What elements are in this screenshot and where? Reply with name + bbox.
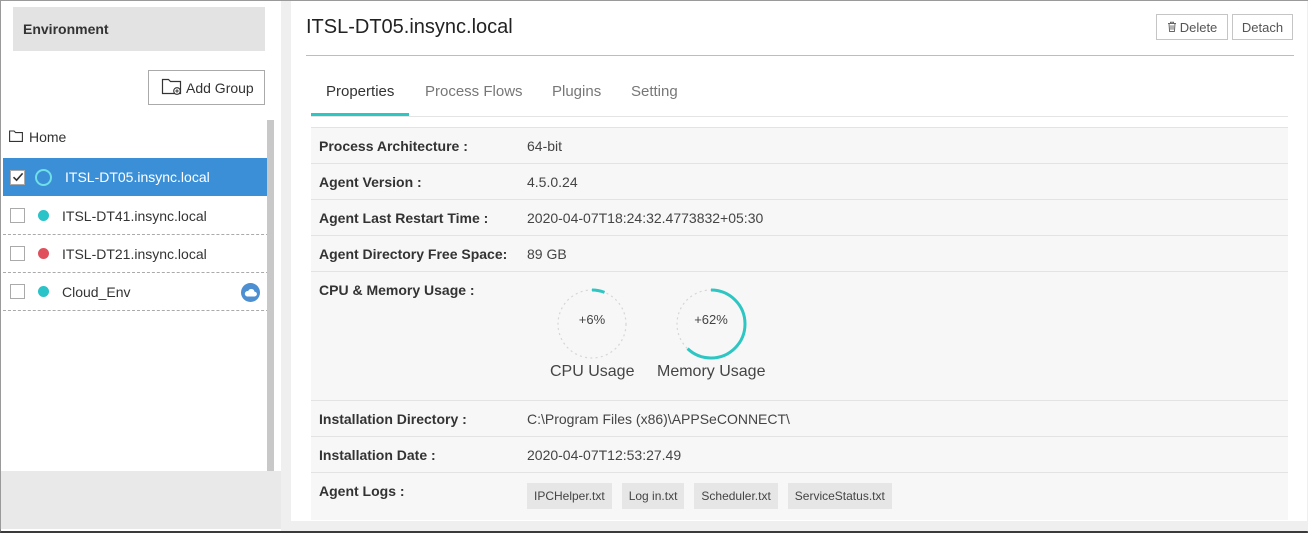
tab-process-flows[interactable]: Process Flows [425, 83, 523, 100]
property-value: 89 GB [527, 245, 567, 262]
property-key: Agent Directory Free Space: [319, 245, 508, 262]
log-file-scheduler[interactable]: Scheduler.txt [694, 483, 778, 509]
property-value: 4.5.0.24 [527, 173, 578, 190]
env-checkbox[interactable] [10, 284, 25, 299]
tab-setting[interactable]: Setting [631, 83, 678, 100]
detach-label: Detach [1241, 19, 1284, 35]
add-group-button[interactable]: Add Group [148, 70, 265, 105]
log-file-ipchelper[interactable]: IPCHelper.txt [527, 483, 612, 509]
delete-button[interactable]: Delete [1156, 14, 1228, 40]
property-value: 2020-04-07T12:53:27.49 [527, 446, 682, 463]
property-key: CPU & Memory Usage : [319, 282, 475, 298]
env-item-cloud-env[interactable]: Cloud_Env [3, 273, 274, 311]
env-item-label: ITSL-DT21.insync.local [62, 245, 207, 262]
environment-panel: Environment Add Group Home ITSL-DT05.ins… [1, 1, 281, 531]
page-title: ITSL-DT05.insync.local [306, 16, 513, 38]
detach-button[interactable]: Detach [1232, 14, 1293, 40]
env-checkbox[interactable] [10, 246, 25, 261]
cloud-icon [241, 283, 260, 302]
property-row-restart-time: Agent Last Restart Time : 2020-04-07T18:… [311, 199, 1288, 235]
env-item-itsl-dt05[interactable]: ITSL-DT05.insync.local [3, 158, 274, 196]
property-row-free-space: Agent Directory Free Space: 89 GB [311, 235, 1288, 271]
tree-home[interactable]: Home [9, 129, 66, 145]
add-group-label: Add Group [186, 79, 254, 96]
memory-percent: +62% [694, 312, 728, 327]
environment-header: Environment [13, 7, 265, 51]
property-key: Installation Directory : [319, 410, 467, 427]
property-value: C:\Program Files (x86)\APPSeCONNECT\ [527, 410, 790, 427]
log-file-login[interactable]: Log in.txt [621, 483, 685, 509]
properties-table: Process Architecture : 64-bit Agent Vers… [311, 127, 1288, 520]
property-key: Agent Version : [319, 173, 422, 190]
cpu-usage-label: CPU Usage [550, 363, 635, 380]
tab-properties[interactable]: Properties [326, 83, 394, 100]
tab-plugins[interactable]: Plugins [552, 83, 601, 100]
property-key: Agent Logs : [319, 483, 405, 499]
cpu-gauge: +6% [552, 284, 632, 367]
property-key: Installation Date : [319, 446, 436, 463]
property-row-version: Agent Version : 4.5.0.24 [311, 163, 1288, 199]
memory-usage-label: Memory Usage [657, 363, 766, 380]
property-row-usage: CPU & Memory Usage : +6% CPU Usage +62% … [311, 271, 1288, 400]
folder-icon [9, 129, 23, 145]
tabs-divider [311, 116, 1288, 117]
property-key: Agent Last Restart Time : [319, 209, 489, 226]
status-dot-icon [38, 286, 49, 297]
property-key: Process Architecture : [319, 137, 468, 154]
env-checkbox[interactable] [10, 169, 25, 185]
env-item-itsl-dt21[interactable]: ITSL-DT21.insync.local [3, 235, 274, 273]
sidebar-footer [1, 471, 281, 529]
env-checkbox[interactable] [10, 208, 25, 223]
title-divider [306, 55, 1294, 56]
memory-gauge: +62% [671, 284, 751, 367]
trash-icon [1167, 20, 1177, 35]
env-item-itsl-dt41[interactable]: ITSL-DT41.insync.local [3, 197, 274, 235]
env-item-label: Cloud_Env [62, 283, 131, 300]
property-value: 64-bit [527, 137, 563, 154]
app-window: Environment Add Group Home ITSL-DT05.ins… [0, 0, 1308, 533]
status-ring-icon [35, 168, 52, 186]
log-list: IPCHelper.txt Log in.txt Scheduler.txt S… [527, 483, 892, 509]
cpu-percent: +6% [578, 312, 606, 327]
delete-label: Delete [1179, 19, 1218, 35]
status-dot-icon [38, 210, 49, 221]
property-row-architecture: Process Architecture : 64-bit [311, 127, 1288, 163]
status-dot-icon [38, 248, 49, 259]
add-folder-icon [161, 76, 183, 99]
property-value: 2020-04-07T18:24:32.4773832+05:30 [527, 209, 764, 226]
property-row-install-date: Installation Date : 2020-04-07T12:53:27.… [311, 436, 1288, 472]
property-row-install-dir: Installation Directory : C:\Program File… [311, 400, 1288, 436]
property-row-logs: Agent Logs : IPCHelper.txt Log in.txt Sc… [311, 472, 1288, 520]
sidebar-scrollbar[interactable] [267, 120, 274, 471]
log-file-servicestatus[interactable]: ServiceStatus.txt [787, 483, 892, 509]
tree-home-label: Home [29, 129, 67, 145]
env-item-label: ITSL-DT41.insync.local [62, 207, 207, 224]
env-item-label: ITSL-DT05.insync.local [65, 169, 210, 185]
